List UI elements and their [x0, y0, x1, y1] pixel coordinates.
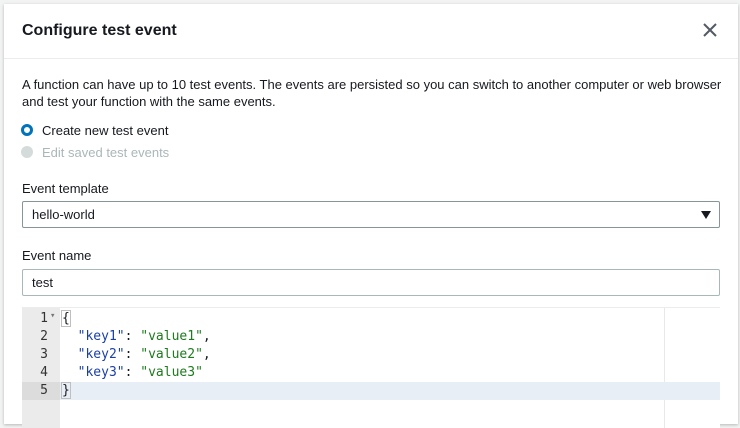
json-sep: : — [124, 329, 141, 344]
json-sep: : — [124, 347, 141, 362]
event-template-value: hello-world — [32, 207, 95, 222]
line-number: 3 — [40, 347, 48, 362]
dialog-description: A function can have up to 10 test events… — [22, 77, 722, 109]
line-code: "key2": "value2", — [62, 346, 211, 364]
event-name-label: Event name — [22, 248, 92, 263]
line-number: 2 — [40, 329, 48, 344]
json-sep: : — [124, 365, 141, 380]
event-template-label: Event template — [22, 181, 109, 196]
editor-line[interactable]: 3 "key2": "value2", — [22, 346, 720, 364]
edit-saved-option: Edit saved test events — [21, 143, 170, 161]
line-code: "key3": "value3" — [62, 364, 203, 382]
open-brace: { — [61, 310, 71, 327]
event-name-input[interactable]: test — [22, 269, 720, 296]
create-new-option[interactable]: Create new test event — [21, 121, 169, 139]
line-number: 5 — [22, 382, 60, 400]
line-code: } — [61, 382, 71, 400]
close-button[interactable] — [700, 20, 720, 40]
create-new-label: Create new test event — [42, 122, 169, 138]
json-comma: , — [202, 329, 211, 344]
json-comma: , — [202, 347, 211, 362]
line-code: "key1": "value1", — [62, 328, 211, 346]
editor-line[interactable]: 4 "key3": "value3" — [22, 364, 720, 382]
json-key: "key3" — [77, 365, 125, 380]
close-icon — [703, 23, 717, 37]
dialog-title: Configure test event — [22, 22, 177, 39]
line-number: 4 — [40, 365, 48, 380]
dialog-header: Configure test event — [4, 4, 738, 59]
create-new-radio[interactable] — [21, 124, 33, 136]
json-value: "value1" — [140, 329, 203, 344]
editor-line[interactable]: 1 ▾ { — [22, 310, 720, 328]
edit-saved-label: Edit saved test events — [42, 144, 170, 160]
editor-line-active[interactable]: 5 } — [22, 382, 720, 400]
json-value: "value2" — [140, 347, 203, 362]
edit-saved-radio — [21, 146, 33, 158]
editor-line[interactable]: 2 "key1": "value1", — [22, 328, 720, 346]
configure-test-event-dialog: Configure test event A function can have… — [4, 4, 738, 428]
line-code: { — [61, 310, 71, 328]
active-line-highlight — [60, 382, 720, 400]
line-number: 1 — [40, 311, 48, 326]
dialog-body: A function can have up to 10 test events… — [4, 59, 738, 110]
event-template-select[interactable]: hello-world — [22, 201, 720, 228]
json-key: "key2" — [77, 347, 125, 362]
event-name-value: test — [32, 275, 53, 290]
close-brace: } — [61, 382, 71, 399]
fold-arrow-icon[interactable]: ▾ — [50, 311, 55, 321]
caret-down-icon — [701, 211, 711, 219]
json-key: "key1" — [77, 329, 125, 344]
json-value: "value3" — [140, 365, 203, 380]
